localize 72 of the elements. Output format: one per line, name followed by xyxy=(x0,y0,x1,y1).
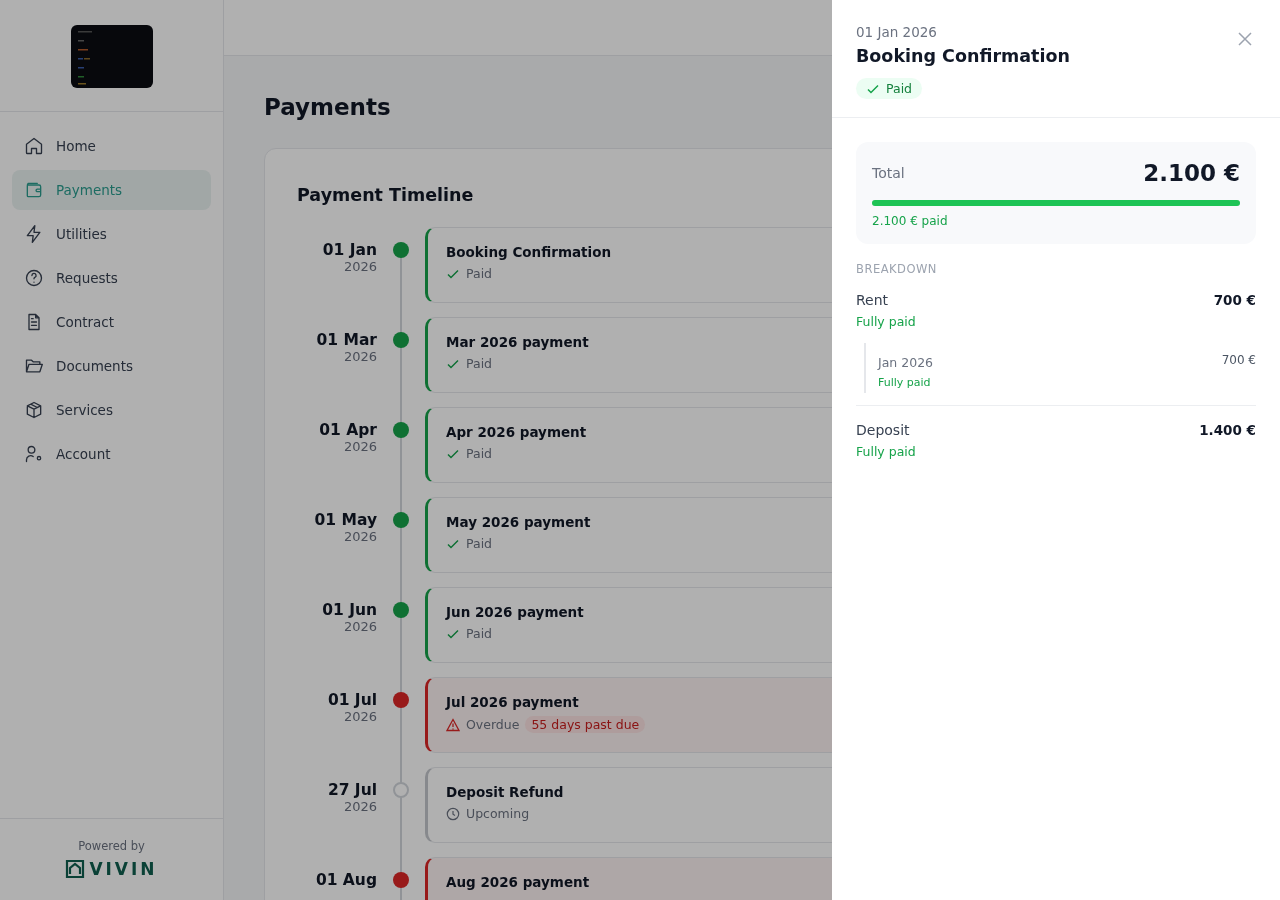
event-date: 01 Apr xyxy=(319,421,377,439)
event-date: 01 Jul xyxy=(327,691,377,709)
status-label: Paid xyxy=(466,356,493,371)
status-dot xyxy=(393,872,409,888)
clock-icon xyxy=(446,806,460,821)
event-year: 2026 xyxy=(343,619,377,634)
event-date: 01 Jan xyxy=(322,241,377,259)
event-year: 2026 xyxy=(343,349,377,364)
payment-title: Jul 2026 payment xyxy=(446,694,579,710)
days-overdue-badge: 55 days past due xyxy=(525,716,646,733)
status-dot xyxy=(393,692,409,708)
status-dot xyxy=(393,422,409,438)
status-label: Paid xyxy=(466,626,493,641)
paid-amount: 2.100 € paid xyxy=(872,214,948,228)
nav-item[interactable]: Utilities xyxy=(12,214,211,254)
status-label: Upcoming xyxy=(466,806,530,821)
event-date: 01 Aug xyxy=(315,871,377,889)
warning-icon xyxy=(446,717,460,732)
status-dot xyxy=(393,242,409,258)
user-settings-icon xyxy=(24,444,44,464)
breakdown-amount: 700 € xyxy=(1213,292,1256,308)
payment-title: Deposit Refund xyxy=(446,784,564,800)
timeline-title: Payment Timeline xyxy=(297,185,475,205)
home-icon xyxy=(24,136,44,156)
payment-title: Aug 2026 payment xyxy=(446,874,590,890)
breakdown-name: Deposit xyxy=(856,422,910,438)
help-icon xyxy=(24,268,44,288)
event-year: 2026 xyxy=(343,439,377,454)
status-dot xyxy=(393,332,409,348)
nav-item[interactable]: Contract xyxy=(12,302,211,342)
status-label: Paid xyxy=(466,536,493,551)
page-title: Payments xyxy=(264,94,392,120)
payment-title: Booking Confirmation xyxy=(446,244,612,260)
payment-title: Apr 2026 payment xyxy=(446,424,587,440)
sub-item-name: Jan 2026 xyxy=(878,355,934,370)
payment-title: Mar 2026 payment xyxy=(446,334,589,350)
breakdown-status: Fully paid xyxy=(856,314,916,329)
powered-by-label: Powered by xyxy=(78,839,145,853)
house-logo-icon xyxy=(65,859,86,879)
nav-item[interactable]: Requests xyxy=(12,258,211,298)
nav-item[interactable]: Services xyxy=(12,390,211,430)
status-label: Overdue xyxy=(466,717,520,732)
nav-item[interactable]: Home xyxy=(12,126,211,166)
total-label: Total xyxy=(872,165,905,181)
total-amount: 2.100 € xyxy=(1143,160,1240,186)
nav-item[interactable]: Documents xyxy=(12,346,211,386)
event-date: 01 Jun xyxy=(322,601,377,619)
section-label: BREAKDOWN xyxy=(856,262,938,276)
breakdown-amount: 1.400 € xyxy=(1199,422,1256,438)
status-dot xyxy=(393,512,409,528)
event-year: 2026 xyxy=(343,259,377,274)
nav-item[interactable]: Account xyxy=(12,434,211,474)
event-year: 2026 xyxy=(343,529,377,544)
event-date: 27 Jul xyxy=(327,781,377,799)
breakdown-status: Fully paid xyxy=(856,444,916,459)
box-icon xyxy=(24,400,44,420)
sub-item-status: Fully paid xyxy=(878,376,931,389)
event-date: 01 Mar xyxy=(316,331,377,349)
status-dot xyxy=(393,602,409,618)
event-year: 2026 xyxy=(343,709,377,724)
event-year: 2026 xyxy=(343,799,377,814)
event-date: 01 May xyxy=(314,511,377,529)
payment-title: May 2026 payment xyxy=(446,514,591,530)
sub-item-amount: 700 € xyxy=(1221,353,1256,367)
status-label: Paid xyxy=(466,446,493,461)
payment-date: 01 Jan 2026 xyxy=(856,24,937,40)
brand-name: VIVIN xyxy=(89,859,158,879)
status-label: Paid xyxy=(466,266,493,281)
payment-title: Jun 2026 payment xyxy=(446,604,584,620)
status-badge: Paid xyxy=(856,78,923,99)
wallet-icon xyxy=(24,180,44,200)
drawer-title: Booking Confirmation xyxy=(856,46,1070,66)
